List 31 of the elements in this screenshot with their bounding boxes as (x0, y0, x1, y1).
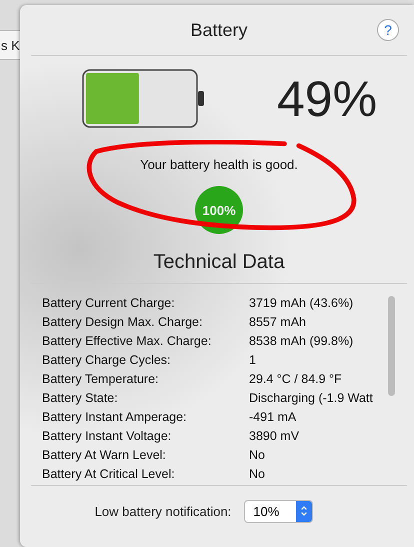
field-value: -491 mA (249, 410, 298, 424)
window-title: Battery (190, 20, 248, 40)
field-label: Battery Design Max. Charge: (42, 314, 204, 328)
battery-percentage: 49% (277, 70, 378, 128)
field-label: Battery Instant Voltage: (42, 428, 172, 442)
field-value: No (249, 448, 266, 462)
field-label: Battery Current Charge: (42, 296, 176, 310)
field-label: Battery Temperature: (42, 372, 160, 386)
field-value: 8538 mAh (99.8%) (249, 334, 354, 348)
field-value: 3890 mV (249, 428, 300, 442)
field-label: Battery Charge Cycles: (42, 352, 172, 366)
field-label: Battery Instant Amperage: (42, 410, 188, 424)
field-value: 3719 mAh (43.6%) (249, 296, 354, 310)
field-label: Battery At Warn Level: (42, 448, 167, 462)
notification-dropdown[interactable]: 10% (244, 500, 314, 522)
field-value: 1 (249, 352, 257, 366)
health-message: Your battery health is good. (140, 157, 298, 172)
health-badge: 100% (195, 186, 243, 234)
window-text: s K (0, 38, 20, 52)
notification-label: Low battery notification: (94, 504, 232, 518)
scrollbar[interactable] (388, 296, 395, 396)
field-value: No (249, 466, 266, 480)
field-value: 8557 mAh (249, 314, 307, 328)
help-button[interactable]: ? (377, 19, 399, 41)
field-value: Discharging (-1.9 Watt (249, 390, 374, 404)
stepper-icon (296, 500, 312, 522)
field-value: 29.4 °C / 84.9 °F (249, 372, 343, 386)
field-label: Battery Effective Max. Charge: (42, 334, 212, 348)
section-title: Technical Data (31, 251, 407, 284)
field-label: Battery State: (42, 390, 119, 404)
field-label: Battery At Critical Level: (42, 466, 176, 480)
